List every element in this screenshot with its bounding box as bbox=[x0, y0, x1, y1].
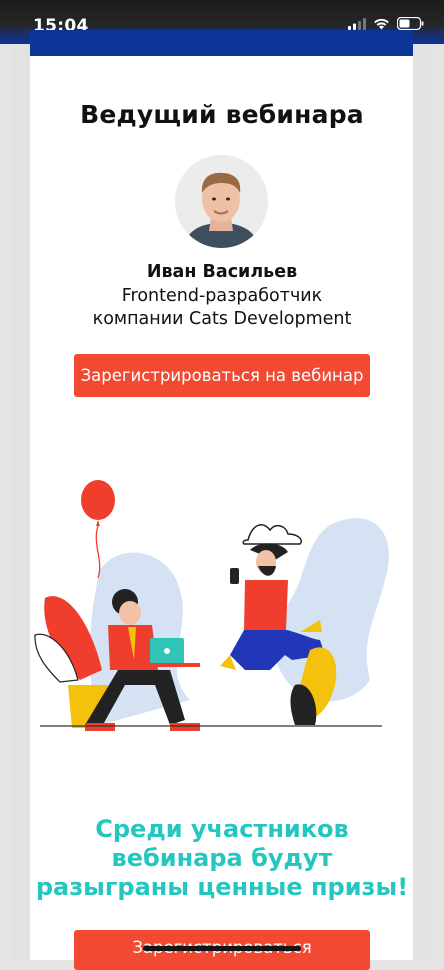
status-icons bbox=[348, 17, 424, 30]
prize-line-2: вебинара будут bbox=[111, 844, 333, 872]
home-indicator[interactable] bbox=[143, 946, 301, 951]
prize-announcement: Среди участников вебинара будут разыгран… bbox=[0, 815, 444, 902]
host-role: Frontend-разработчик компании Cats Devel… bbox=[0, 285, 444, 331]
wifi-icon bbox=[374, 18, 389, 30]
prize-line-1: Среди участников bbox=[95, 815, 349, 843]
prize-line-3: разыграны ценные призы! bbox=[35, 873, 409, 901]
host-avatar bbox=[175, 155, 268, 248]
register-webinar-button[interactable]: Зарегистрироваться на вебинар bbox=[74, 354, 370, 397]
hero-illustration bbox=[30, 470, 413, 750]
signal-icon bbox=[348, 17, 366, 30]
host-company: компании Cats Development bbox=[92, 309, 352, 329]
host-photo bbox=[175, 155, 268, 248]
battery-icon bbox=[397, 17, 424, 30]
host-section-title: Ведущий вебинара bbox=[80, 100, 364, 129]
host-role-title: Frontend-разработчик bbox=[121, 286, 323, 306]
brand-bar bbox=[30, 30, 413, 56]
host-name: Иван Васильев bbox=[146, 262, 298, 282]
